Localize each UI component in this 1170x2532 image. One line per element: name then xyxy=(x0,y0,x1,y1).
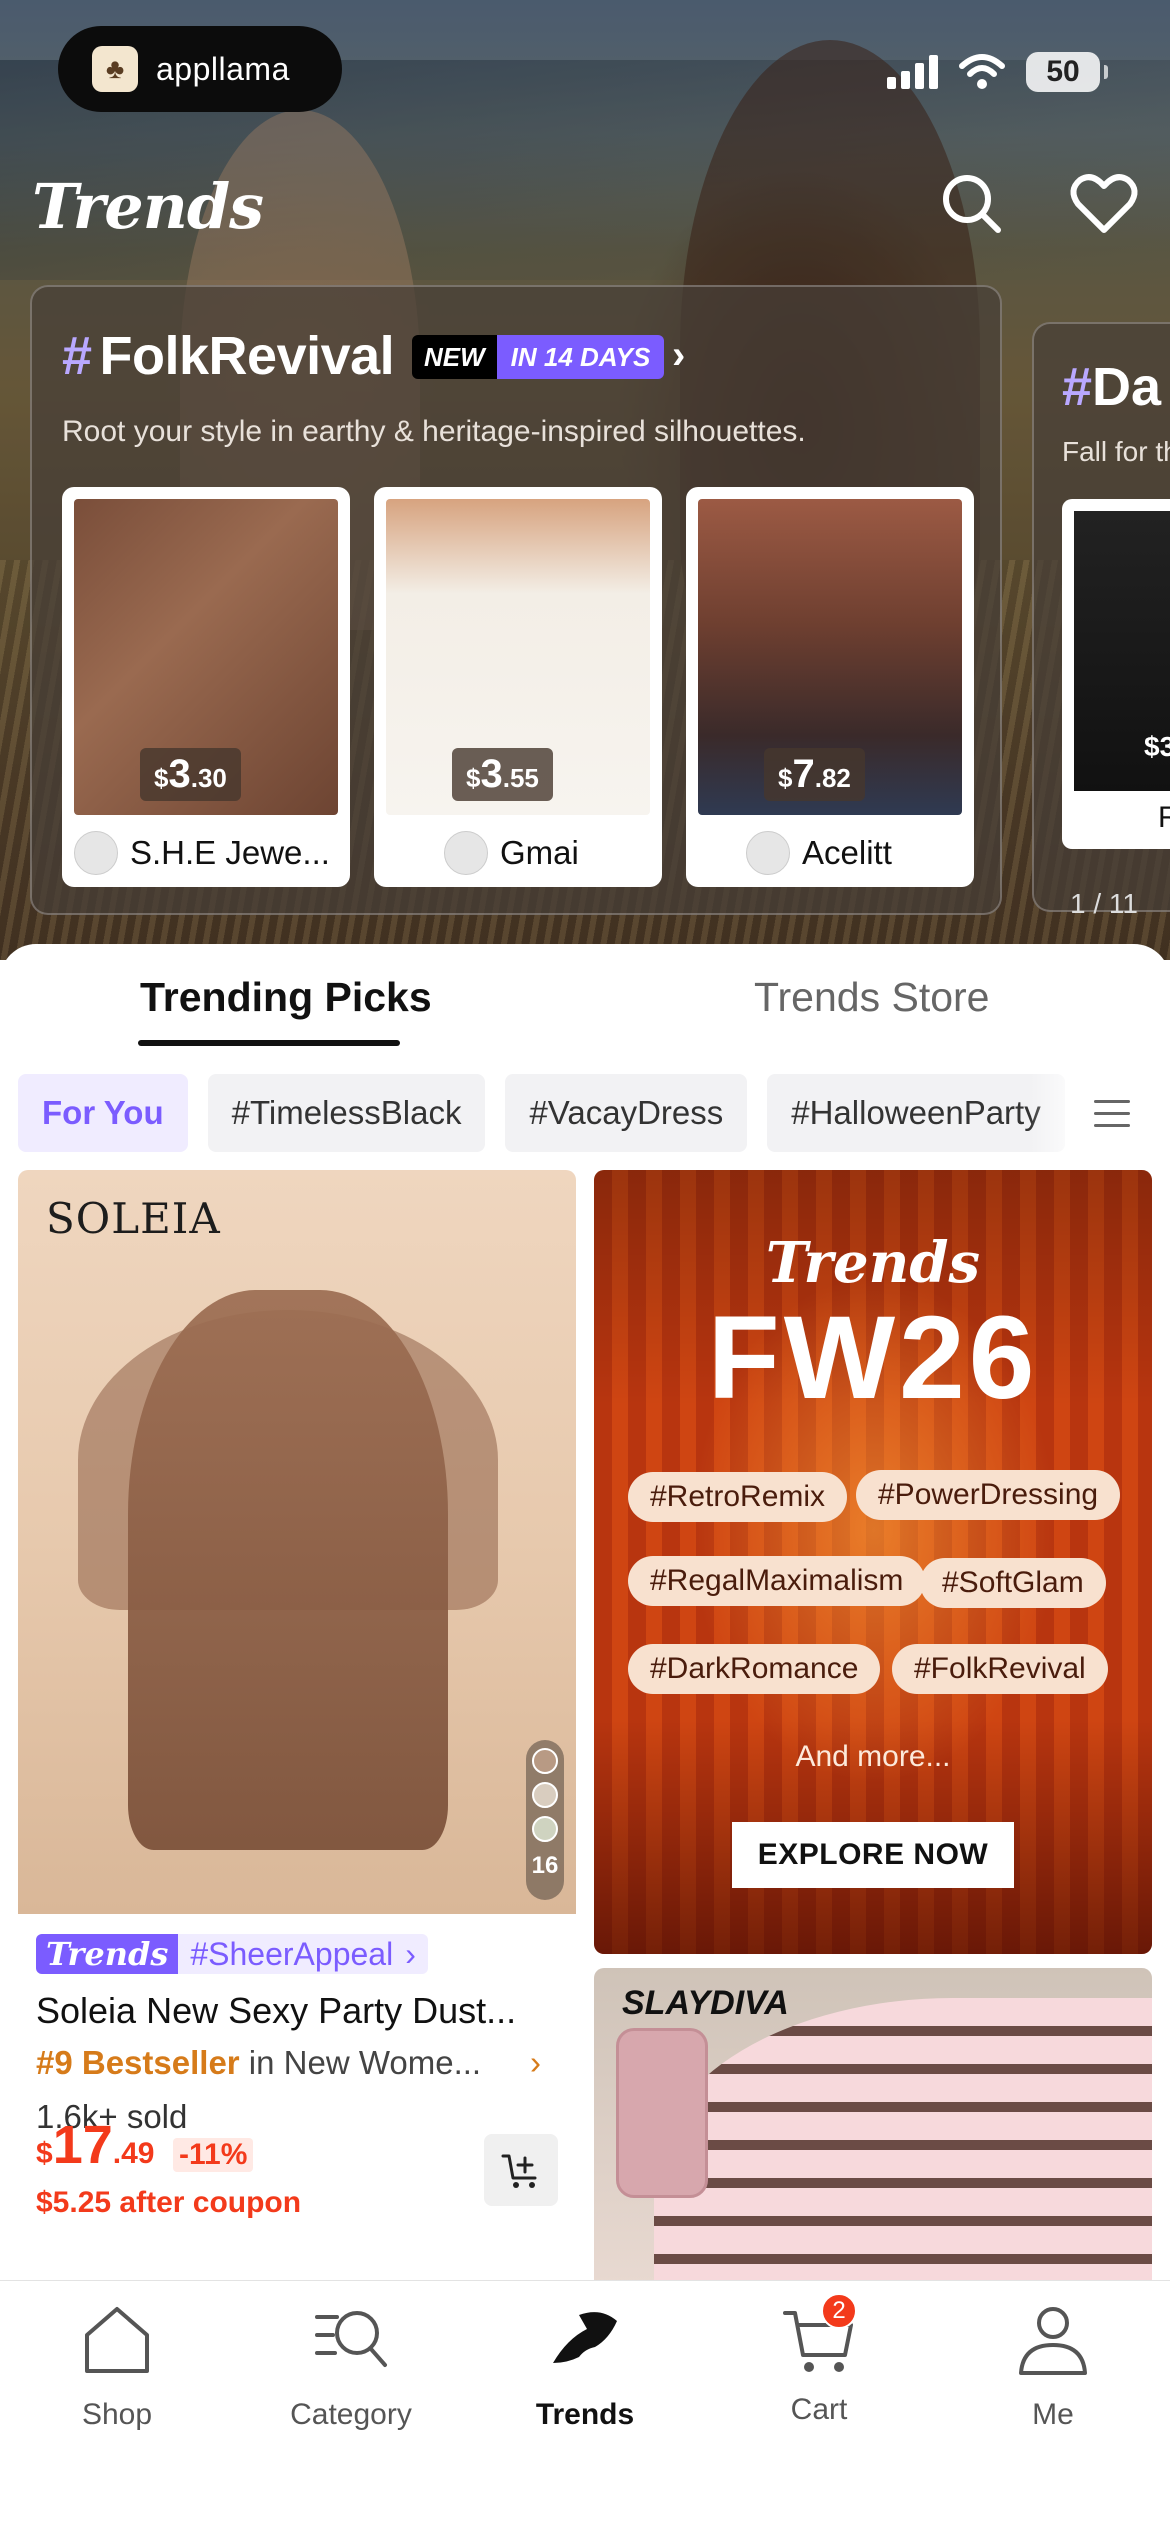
battery-indicator: 50 xyxy=(1026,52,1108,92)
product-price: $3.30 xyxy=(140,748,241,801)
product-card[interactable]: SOLEIA 16 Trends #SheerAppeal › Soleia N… xyxy=(18,1170,576,2170)
coupon-price: $5.25 after coupon xyxy=(36,2186,302,2219)
product-title: Soleia New Sexy Party Dust... xyxy=(36,1990,517,2031)
nav-label: Category xyxy=(290,2398,412,2431)
add-to-cart-button[interactable] xyxy=(484,2134,558,2206)
profile-icon xyxy=(1019,2307,1087,2375)
trends-logo: Trends xyxy=(32,170,264,243)
banner-more: And more... xyxy=(795,1740,951,1773)
filter-chips: For You #TimelessBlack #VacayDress #Hall… xyxy=(18,1074,1065,1152)
banner-tag[interactable]: #RegalMaximalism xyxy=(628,1556,926,1606)
featured-product-2[interactable]: $3.55 Gmai xyxy=(374,487,662,887)
chevron-right-icon: › xyxy=(530,2044,541,2081)
chevron-right-icon[interactable]: › xyxy=(672,333,685,378)
trend-tag[interactable]: Trends #SheerAppeal › xyxy=(36,1934,428,1974)
shop-avatar xyxy=(74,831,118,875)
fw26-banner[interactable]: Trends FW26 #RetroRemix #PowerDressing #… xyxy=(594,1170,1152,1954)
product-image: SOLEIA 16 xyxy=(18,1170,576,1914)
trend-card-next[interactable]: #Da Fall for th $3 R xyxy=(1032,322,1170,912)
nav-label: Cart xyxy=(790,2393,848,2426)
shop-avatar xyxy=(444,831,488,875)
next-card-subtitle: Fall for th xyxy=(1062,436,1170,467)
trend-card-title: # FolkRevival xyxy=(62,326,395,386)
product-price: $3 xyxy=(1144,731,1170,762)
trends-page: ♣ appllama 50 Trends # FolkRevival NEW IN… xyxy=(0,0,1170,2532)
phone-shape xyxy=(616,2028,708,2198)
shop-name: S.H.E Jewe... xyxy=(74,831,330,875)
app-pill-label: appllama xyxy=(156,50,290,87)
color-swatches[interactable]: 16 xyxy=(526,1740,564,1900)
chevron-right-icon: › xyxy=(405,1935,416,1972)
explore-now-button[interactable]: EXPLORE NOW xyxy=(732,1822,1014,1888)
trend-card-folkrevival[interactable]: # FolkRevival NEW IN 14 DAYS › Root your … xyxy=(30,285,1002,915)
bestseller-rank[interactable]: #9 Bestseller in New Wome... › xyxy=(36,2044,541,2082)
shop-name: R xyxy=(1158,801,1170,834)
search-icon[interactable] xyxy=(936,168,1008,240)
chip-timelessblack[interactable]: #TimelessBlack xyxy=(207,1074,486,1152)
nav-label: Trends xyxy=(535,2398,635,2431)
active-tab-indicator xyxy=(138,1040,400,1046)
banner-heading: FW26 xyxy=(707,1292,1039,1424)
tab-trending-picks[interactable]: Trending Picks xyxy=(140,974,432,1021)
home-icon xyxy=(85,2307,149,2373)
image-brand-label: SLAYDIVA xyxy=(622,1984,789,2022)
swatch-count: 16 xyxy=(531,1852,559,1879)
trend-card-subtitle: Root your style in earthy & heritage-ins… xyxy=(62,415,806,448)
heart-icon[interactable] xyxy=(1068,168,1140,240)
banner-tag[interactable]: #RetroRemix xyxy=(628,1472,848,1522)
shop-name: Acelitt xyxy=(746,831,892,875)
tab-trends-store[interactable]: Trends Store xyxy=(754,974,989,1021)
bottom-nav: Shop Category Trends 2 Cart Me xyxy=(0,2280,1170,2532)
product-card[interactable]: SLAYDIVA xyxy=(594,1968,1152,2298)
app-pill[interactable]: ♣ appllama xyxy=(58,26,342,112)
nav-label: Shop xyxy=(81,2398,153,2431)
banner-tag[interactable]: #FolkRevival xyxy=(892,1644,1108,1694)
banner-tag[interactable]: #PowerDressing xyxy=(856,1470,1121,1520)
carousel-pager: 1 / 11 xyxy=(1070,888,1138,919)
shop-name: Gmai xyxy=(444,831,579,875)
price-box: $17.49 -11% $5.25 after coupon xyxy=(18,2114,576,2244)
trends-badge: Trends xyxy=(36,1934,179,1974)
product-price: $3.55 xyxy=(452,748,553,801)
status-bar: 50 xyxy=(887,52,1108,92)
banner-tag[interactable]: #DarkRomance xyxy=(628,1644,881,1694)
featured-product-3[interactable]: $7.82 Acelitt xyxy=(686,487,974,887)
next-card-product[interactable]: $3 R xyxy=(1062,499,1170,849)
product-dress-shape xyxy=(128,1290,448,1850)
cart-icon-wrap: 2 xyxy=(779,2293,859,2379)
llama-logo-icon: ♣ xyxy=(92,46,138,92)
trend-tag-label: #SheerAppeal xyxy=(190,1935,394,1972)
new-badge: NEW IN 14 DAYS xyxy=(412,335,665,379)
featured-product-1[interactable]: $3.30 S.H.E Jewe... xyxy=(62,487,350,887)
nav-category[interactable]: Category xyxy=(234,2299,468,2432)
product-price: $7.82 xyxy=(764,748,865,801)
menu-icon[interactable] xyxy=(1094,1100,1130,1128)
banner-tag[interactable]: #SoftGlam xyxy=(920,1558,1106,1608)
banner-brand: Trends xyxy=(765,1230,981,1296)
trends-icon xyxy=(553,2312,617,2363)
shop-avatar xyxy=(746,831,790,875)
nav-shop[interactable]: Shop xyxy=(0,2299,234,2432)
add-cart-icon xyxy=(501,2154,537,2188)
chip-halloweenparty[interactable]: #HalloweenParty xyxy=(767,1074,1065,1152)
category-search-icon xyxy=(315,2311,387,2367)
product-price: $17.49 xyxy=(36,2115,155,2175)
chip-vacaydress[interactable]: #VacayDress xyxy=(505,1074,748,1152)
cart-badge: 2 xyxy=(821,2293,857,2329)
next-card-title: #Da xyxy=(1062,357,1162,417)
wifi-icon xyxy=(959,54,1005,89)
chip-for-you[interactable]: For You xyxy=(18,1074,188,1152)
nav-cart[interactable]: 2 Cart xyxy=(702,2293,936,2427)
product-image xyxy=(654,1998,1152,2298)
discount-badge: -11% xyxy=(173,2138,254,2172)
nav-me[interactable]: Me xyxy=(936,2299,1170,2432)
nav-trends[interactable]: Trends xyxy=(468,2299,702,2432)
signal-icon xyxy=(887,55,938,89)
nav-label: Me xyxy=(1032,2398,1074,2431)
image-brand-label: SOLEIA xyxy=(46,1194,221,1243)
